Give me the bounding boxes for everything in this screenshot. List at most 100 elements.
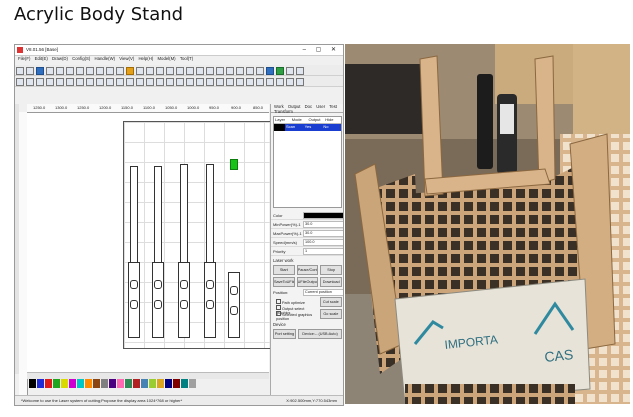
cut-piece[interactable] — [206, 164, 214, 264]
align-top-icon[interactable] — [36, 78, 44, 86]
layer-output[interactable]: Yes — [304, 124, 323, 131]
cut-hole[interactable] — [130, 300, 138, 309]
maximize-button[interactable]: ▢ — [316, 47, 326, 53]
cut-start-icon[interactable] — [296, 67, 304, 75]
menu-model[interactable]: Model(M) — [157, 56, 175, 61]
same-width-icon[interactable] — [96, 78, 104, 86]
weld-icon[interactable] — [256, 67, 264, 75]
palette-swatch[interactable] — [173, 379, 180, 388]
import-icon[interactable] — [46, 67, 54, 75]
cut-piece[interactable] — [154, 166, 162, 264]
ufile-output-button[interactable]: UFileOutput — [296, 277, 319, 287]
layer-row[interactable]: Scan Yes No — [274, 124, 341, 131]
palette-swatch[interactable] — [181, 379, 188, 388]
palette-swatch[interactable] — [189, 379, 196, 388]
max-power-field[interactable]: 30.0 — [303, 229, 343, 237]
cut-hole[interactable] — [154, 300, 162, 309]
menu-config[interactable]: Config(S) — [72, 56, 90, 61]
tab-user[interactable]: User — [316, 104, 325, 109]
palette-swatch[interactable] — [101, 379, 108, 388]
palette-swatch[interactable] — [77, 379, 84, 388]
frame-box-icon[interactable] — [226, 78, 234, 86]
palette-swatch[interactable] — [149, 379, 156, 388]
port-setting-button[interactable]: Port setting — [273, 329, 296, 339]
cut-piece[interactable] — [130, 166, 138, 264]
go-scale-button[interactable]: Go scale — [319, 309, 342, 319]
scale-lock-icon[interactable] — [186, 78, 194, 86]
palette-swatch[interactable] — [85, 379, 92, 388]
priority-field[interactable]: 1 — [303, 247, 343, 255]
ungroup-icon[interactable] — [166, 67, 174, 75]
page-icon[interactable] — [126, 67, 134, 75]
palette-swatch[interactable] — [117, 379, 124, 388]
grid-icon[interactable] — [246, 78, 254, 86]
palette-swatch[interactable] — [37, 379, 44, 388]
cut-piece[interactable] — [228, 272, 240, 338]
select-icon[interactable] — [86, 67, 94, 75]
palette-swatch[interactable] — [61, 379, 68, 388]
layer-color-icon[interactable] — [206, 78, 214, 86]
process-no-icon[interactable] — [176, 78, 184, 86]
array-icon[interactable] — [206, 67, 214, 75]
palette-swatch[interactable] — [125, 379, 132, 388]
tab-test[interactable]: Test — [329, 104, 337, 109]
frame-icon[interactable] — [276, 67, 284, 75]
export-icon[interactable] — [56, 67, 64, 75]
tab-transform[interactable]: Transform — [274, 109, 293, 114]
work-area[interactable] — [123, 121, 271, 349]
same-size-icon[interactable] — [116, 78, 124, 86]
ellipse-icon[interactable] — [296, 78, 304, 86]
cut-hole[interactable] — [130, 280, 138, 289]
palette-swatch[interactable] — [53, 379, 60, 388]
equal-spacing-v-icon[interactable] — [86, 78, 94, 86]
menu-view[interactable]: View(V) — [119, 56, 134, 61]
cut-hole[interactable] — [230, 306, 238, 315]
save-to-ufile-button[interactable]: SaveToUFile — [273, 277, 295, 287]
node-edit-icon[interactable] — [136, 67, 144, 75]
simulate-icon[interactable] — [266, 67, 274, 75]
pan-icon[interactable] — [116, 67, 124, 75]
palette-swatch[interactable] — [45, 379, 52, 388]
group-icon[interactable] — [156, 67, 164, 75]
size-h-field-icon[interactable] — [166, 78, 174, 86]
align-left-icon[interactable] — [16, 78, 24, 86]
dot-mode-icon[interactable] — [236, 78, 244, 86]
cut-hole[interactable] — [206, 300, 214, 309]
palette-swatch[interactable] — [69, 379, 76, 388]
pos-y-field-icon[interactable] — [146, 78, 154, 86]
selected-graphics-checkbox[interactable]: Selected graphics position — [273, 311, 318, 321]
cut-hole[interactable] — [180, 280, 188, 289]
new-file-icon[interactable] — [16, 67, 24, 75]
equal-spacing-h-icon[interactable] — [76, 78, 84, 86]
palette-swatch[interactable] — [133, 379, 140, 388]
menu-edit[interactable]: Edit(E) — [35, 56, 48, 61]
align-bottom-icon[interactable] — [46, 78, 54, 86]
layer-mode[interactable]: Scan — [285, 124, 304, 131]
offset-icon[interactable] — [246, 67, 254, 75]
close-curve-icon[interactable] — [226, 67, 234, 75]
speed-field[interactable]: 100.0 — [303, 238, 343, 246]
same-height-icon[interactable] — [106, 78, 114, 86]
position-select[interactable]: Current position — [303, 288, 343, 296]
align-center-v-icon[interactable] — [66, 78, 74, 86]
download-button[interactable]: Download — [320, 277, 343, 287]
size-w-field-icon[interactable] — [156, 78, 164, 86]
rect-icon[interactable] — [286, 78, 294, 86]
menu-handle[interactable]: Handle(W) — [95, 56, 116, 61]
device-select[interactable]: Device:-- (USB:Auto) — [298, 329, 342, 339]
align-center-h-icon[interactable] — [56, 78, 64, 86]
zoom-out-icon[interactable] — [106, 67, 114, 75]
cut-hole[interactable] — [230, 286, 238, 295]
cut-lines-icon[interactable] — [236, 67, 244, 75]
cut-scale-button[interactable]: Cut scale — [319, 297, 342, 307]
smooth-icon[interactable] — [216, 67, 224, 75]
color-field[interactable] — [303, 211, 343, 219]
palette-swatch[interactable] — [93, 379, 100, 388]
cut-hole[interactable] — [206, 280, 214, 289]
color-palette[interactable] — [29, 379, 197, 389]
palette-swatch[interactable] — [157, 379, 164, 388]
min-power-field[interactable]: 30.0 — [303, 220, 343, 228]
zoom-in-icon[interactable] — [96, 67, 104, 75]
redo-icon[interactable] — [76, 67, 84, 75]
palette-swatch[interactable] — [165, 379, 172, 388]
